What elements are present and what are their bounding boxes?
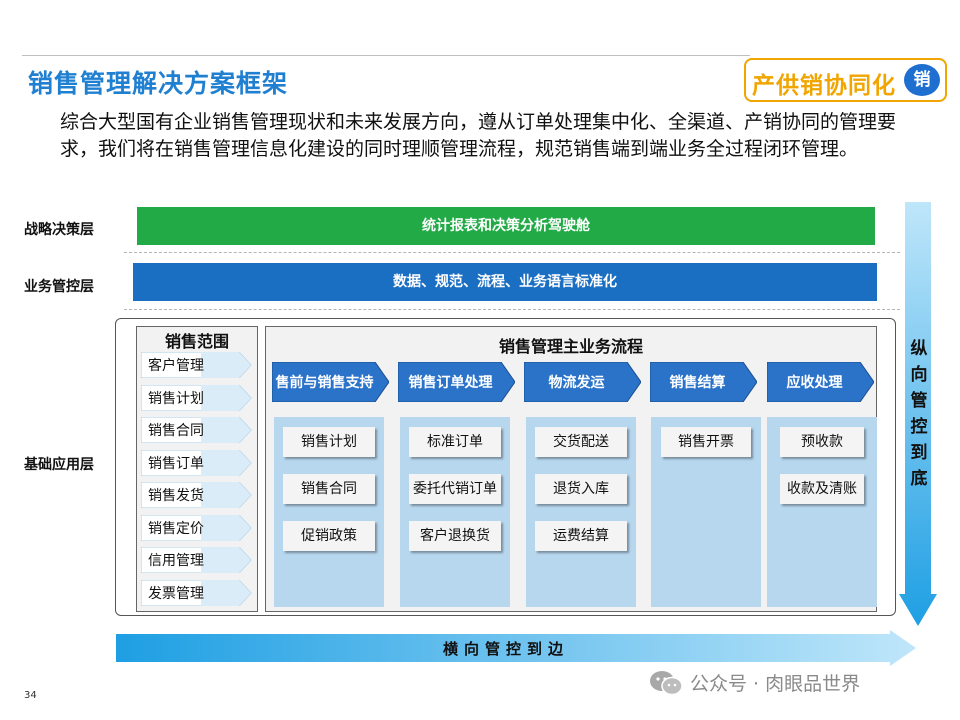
process-task: 销售计划 <box>283 427 375 457</box>
scope-item: 销售合同 <box>141 417 252 443</box>
vertical-char: 底 <box>910 469 928 489</box>
layer-label-business: 业务管控层 <box>24 279 94 295</box>
process-task: 预收款 <box>780 427 864 457</box>
vertical-char: 控 <box>910 417 928 437</box>
scope-item: 信用管理 <box>141 547 252 573</box>
process-task: 销售合同 <box>283 474 375 504</box>
process-task: 标准订单 <box>409 427 501 457</box>
scope-item: 销售订单 <box>141 449 252 476</box>
process-task: 销售开票 <box>661 427 751 457</box>
main-process-title: 销售管理主业务流程 <box>498 337 643 356</box>
process-stage-chevron: 销售订单处理 <box>398 362 515 402</box>
process-task: 运费结算 <box>535 521 627 551</box>
process-stage-chevron: 物流发运 <box>524 362 641 402</box>
watermark-text: 公众号 · 肉眼品世界 <box>690 673 861 695</box>
page-number: 34 <box>24 690 37 701</box>
scope-item-label: 客户管理 <box>148 358 204 374</box>
sales-scope-title: 销售范围 <box>164 332 229 351</box>
page-title: 销售管理解决方案框架 <box>28 69 289 98</box>
vertical-char: 纵 <box>910 339 928 359</box>
scope-item: 客户管理 <box>141 352 252 378</box>
process-task: 交货配送 <box>535 427 627 457</box>
vertical-char: 向 <box>910 365 928 385</box>
scope-item-label: 销售合同 <box>148 423 204 439</box>
process-task: 收款及清账 <box>780 474 864 504</box>
process-task: 促销政策 <box>283 521 375 551</box>
scope-item-label: 销售订单 <box>148 455 204 472</box>
strategy-bar: 统计报表和决策分析驾驶舱 <box>137 207 875 245</box>
process-stage-name: 销售结算 <box>669 375 726 391</box>
layer-label-base: 基础应用层 <box>24 457 94 473</box>
wechat-icon <box>650 671 683 696</box>
process-stage-name: 应收处理 <box>786 375 843 391</box>
layer-divider-1 <box>124 252 900 253</box>
business-bar: 数据、规范、流程、业务语言标准化 <box>133 263 877 301</box>
scope-item-label: 销售定价 <box>148 520 204 537</box>
layer-label-strategy: 战略决策层 <box>24 222 94 238</box>
vertical-char: 到 <box>910 443 928 463</box>
process-stage-name: 售前与销售支持 <box>275 375 374 391</box>
scope-item-label: 销售发货 <box>148 488 204 504</box>
process-stage-name: 物流发运 <box>548 375 605 391</box>
scope-item-label: 发票管理 <box>148 585 204 602</box>
vertical-arrow-text: 纵 向 管 控 到 底 <box>906 336 932 492</box>
vertical-char: 管 <box>910 391 928 411</box>
scope-item: 销售发货 <box>141 482 252 508</box>
horizontal-arrow-text: 横向管控到边 <box>442 640 569 658</box>
intro-paragraph: 综合大型国有企业销售管理现状和未来发展方向，遵从订单处理集中化、全渠道、产销协同… <box>60 111 897 160</box>
process-task: 委托代销订单 <box>409 474 501 504</box>
scope-item: 销售计划 <box>141 384 252 411</box>
scope-item-label: 信用管理 <box>148 553 204 569</box>
process-stage-chevron: 应收处理 <box>767 362 874 402</box>
scope-item: 销售定价 <box>141 514 252 541</box>
process-task: 退货入库 <box>535 474 627 504</box>
process-task: 客户退换货 <box>409 521 501 551</box>
scope-item: 发票管理 <box>141 579 252 606</box>
process-stage-name: 销售订单处理 <box>408 375 493 391</box>
category-badge: 产供销协同化 销 <box>744 58 947 102</box>
process-stage-chevron: 销售结算 <box>650 362 757 402</box>
layer-divider-2 <box>124 309 900 310</box>
process-stage-chevron: 售前与销售支持 <box>272 362 389 402</box>
top-rule <box>22 55 750 56</box>
badge-circle: 销 <box>904 64 940 96</box>
scope-item-label: 销售计划 <box>148 390 204 407</box>
badge-text: 产供销协同化 <box>752 73 896 99</box>
